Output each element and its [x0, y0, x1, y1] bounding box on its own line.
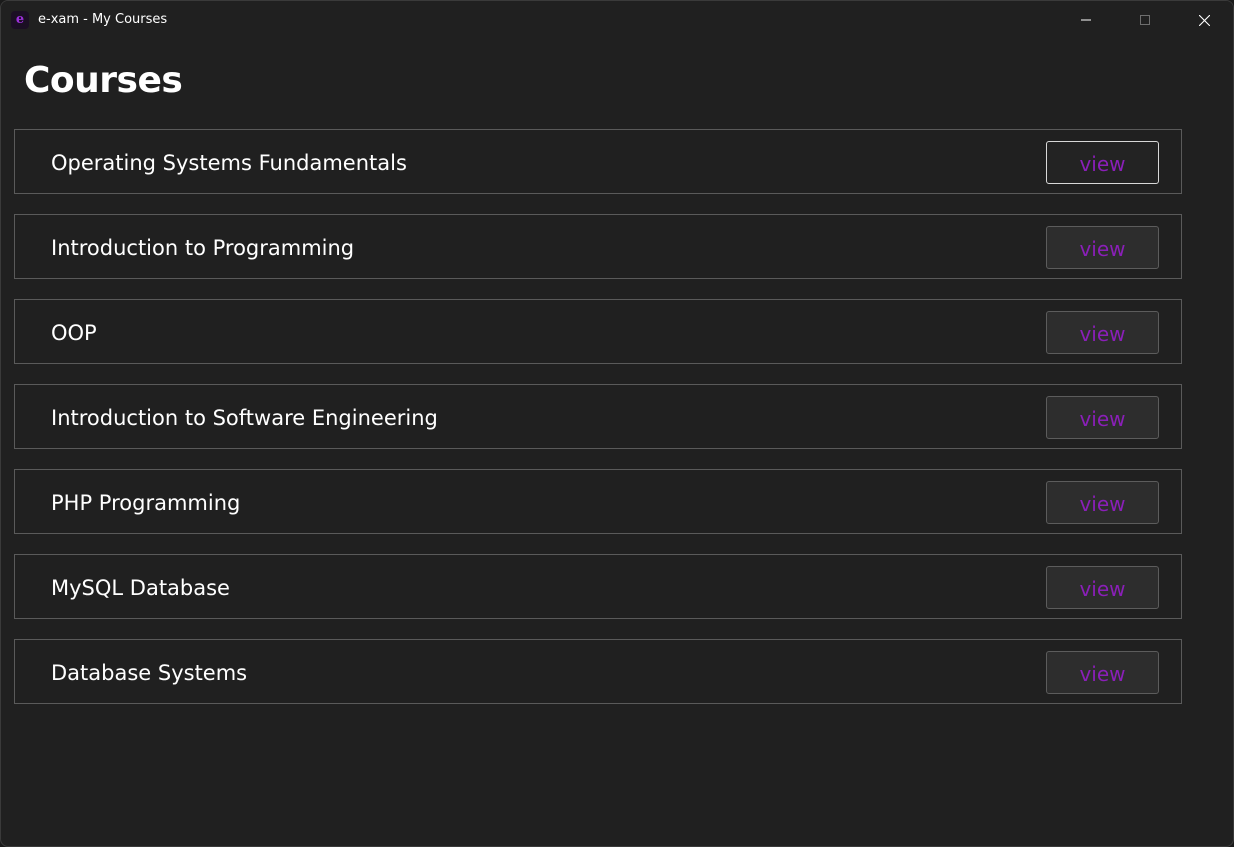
view-course-button[interactable]: view [1046, 651, 1159, 694]
course-row: Introduction to Programming view [14, 214, 1182, 279]
course-name: Introduction to Programming [51, 236, 355, 260]
minimize-icon [1081, 19, 1091, 21]
page-title: Courses [24, 60, 183, 101]
course-name: Introduction to Software Engineering [51, 406, 438, 430]
close-button[interactable] [1181, 1, 1227, 39]
view-course-button[interactable]: view [1046, 396, 1159, 439]
course-name: MySQL Database [51, 576, 230, 600]
course-row: OOP view [14, 299, 1182, 364]
course-name: PHP Programming [51, 491, 241, 515]
course-row: Operating Systems Fundamentals view [14, 129, 1182, 194]
course-row: PHP Programming view [14, 469, 1182, 534]
app-window: e e-xam - My Courses Courses Operating S… [0, 0, 1234, 847]
course-list: Operating Systems Fundamentals view Intr… [14, 129, 1182, 724]
title-bar[interactable]: e e-xam - My Courses [1, 1, 1233, 39]
course-row: MySQL Database view [14, 554, 1182, 619]
view-course-button[interactable]: view [1046, 311, 1159, 354]
minimize-button[interactable] [1063, 1, 1109, 39]
course-name: Database Systems [51, 661, 248, 685]
view-course-button[interactable]: view [1046, 481, 1159, 524]
view-course-button[interactable]: view [1046, 566, 1159, 609]
view-course-button[interactable]: view [1046, 141, 1159, 184]
course-name: OOP [51, 321, 97, 345]
close-icon [1199, 15, 1210, 26]
view-course-button[interactable]: view [1046, 226, 1159, 269]
maximize-button[interactable] [1122, 1, 1168, 39]
window-title: e-xam - My Courses [38, 12, 168, 27]
course-name: Operating Systems Fundamentals [51, 151, 407, 175]
maximize-icon [1140, 15, 1150, 25]
course-row: Introduction to Software Engineering vie… [14, 384, 1182, 449]
exam-app-icon: e [11, 11, 29, 29]
course-row: Database Systems view [14, 639, 1182, 704]
